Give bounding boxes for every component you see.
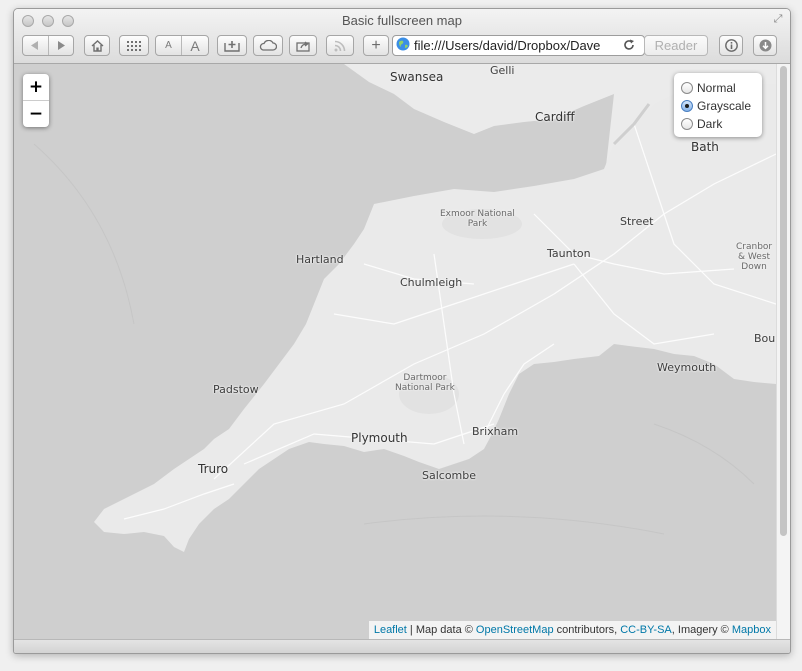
vertical-scrollbar[interactable] — [776, 64, 790, 639]
info-button[interactable] — [719, 35, 743, 56]
openstreetmap-link[interactable]: OpenStreetMap — [476, 624, 554, 636]
place-label-brixham: Brixham — [472, 425, 519, 438]
info-icon — [724, 39, 738, 52]
download-icon — [759, 39, 772, 52]
url-text[interactable]: file:///Users/david/Dropbox/Dave — [414, 38, 619, 53]
place-label-cardiff: Cardiff — [535, 110, 575, 124]
place-label-salcombe: Salcombe — [422, 469, 477, 482]
globe-icon — [396, 36, 410, 55]
radio-grayscale[interactable] — [681, 100, 693, 112]
radio-dark[interactable] — [681, 118, 693, 130]
map-tiles[interactable] — [14, 64, 776, 639]
add-bookmark-button[interactable] — [217, 35, 247, 56]
place-label-hartland: Hartland — [296, 253, 344, 266]
cc-by-sa-link[interactable]: CC-BY-SA — [620, 624, 672, 636]
share-icon — [296, 40, 310, 52]
text-smaller-button[interactable]: A — [156, 40, 181, 51]
radio-normal[interactable] — [681, 82, 693, 94]
bookmark-add-icon — [224, 40, 240, 52]
layer-label-dark: Dark — [697, 117, 723, 131]
layer-option-dark[interactable]: Dark — [681, 115, 762, 133]
rss-button[interactable] — [326, 35, 354, 56]
layer-option-normal[interactable]: Normal — [681, 79, 762, 97]
reader-button[interactable]: Reader — [644, 35, 708, 56]
place-label-chulmleigh: Chulmleigh — [400, 276, 463, 289]
layer-label-normal: Normal — [697, 81, 736, 95]
forward-arrow-icon[interactable] — [49, 41, 74, 50]
layer-switcher: Normal Grayscale Dark — [674, 73, 762, 137]
cloud-icon — [259, 40, 277, 51]
map-container[interactable]: Swansea Gelli Cardiff Bath Exmoor Nation… — [14, 64, 776, 639]
text-size-control: A A — [155, 35, 209, 56]
browser-window: Basic fullscreen map ⤢ A A + file:///Use… — [13, 8, 791, 654]
back-forward-control — [22, 35, 74, 56]
downloads-button[interactable] — [753, 35, 777, 56]
zoom-out-button[interactable]: − — [23, 101, 49, 127]
back-arrow-icon[interactable] — [23, 41, 48, 50]
address-bar[interactable]: file:///Users/david/Dropbox/Dave — [392, 35, 645, 56]
leaflet-link[interactable]: Leaflet — [374, 624, 407, 636]
layer-label-grayscale: Grayscale — [697, 99, 752, 113]
home-icon — [91, 39, 104, 52]
grid-icon — [127, 40, 141, 51]
home-button[interactable] — [84, 35, 110, 56]
place-label-dartmoor-national-park: Dartmoor National Park — [395, 373, 455, 393]
place-label-swansea: Swansea — [390, 70, 444, 84]
title-bar: Basic fullscreen map ⤢ A A + file:///Use… — [14, 9, 790, 64]
place-label-cranborne-chase: Cranbor & West Down — [736, 242, 773, 272]
place-label-bou: Bou — [754, 332, 776, 345]
fullscreen-icon[interactable]: ⤢ — [772, 13, 784, 25]
place-label-padstow: Padstow — [213, 383, 259, 396]
share-button[interactable] — [289, 35, 317, 56]
place-label-exmoor-national-park: Exmoor National Park — [440, 209, 515, 229]
place-label-truro: Truro — [198, 462, 229, 476]
status-bar — [14, 639, 790, 653]
scrollbar-thumb[interactable] — [780, 66, 787, 536]
reload-icon[interactable] — [623, 36, 635, 55]
text-larger-button[interactable]: A — [182, 38, 208, 54]
place-label-street: Street — [620, 215, 654, 228]
place-label-bath: Bath — [691, 140, 719, 154]
place-label-weymouth: Weymouth — [657, 361, 717, 374]
rss-icon — [334, 40, 346, 52]
place-label-gelli: Gelli — [490, 64, 515, 77]
new-tab-button[interactable]: + — [363, 35, 389, 56]
place-label-taunton: Taunton — [547, 247, 591, 260]
map-attribution: Leaflet | Map data © OpenStreetMap contr… — [368, 621, 776, 639]
window-title: Basic fullscreen map — [342, 13, 462, 28]
zoom-control: + − — [23, 74, 49, 127]
icloud-tabs-button[interactable] — [253, 35, 283, 56]
top-sites-button[interactable] — [119, 35, 149, 56]
zoom-in-button[interactable]: + — [23, 74, 49, 101]
place-label-plymouth: Plymouth — [351, 431, 408, 445]
mapbox-link[interactable]: Mapbox — [732, 624, 771, 636]
layer-option-grayscale[interactable]: Grayscale — [681, 97, 762, 115]
